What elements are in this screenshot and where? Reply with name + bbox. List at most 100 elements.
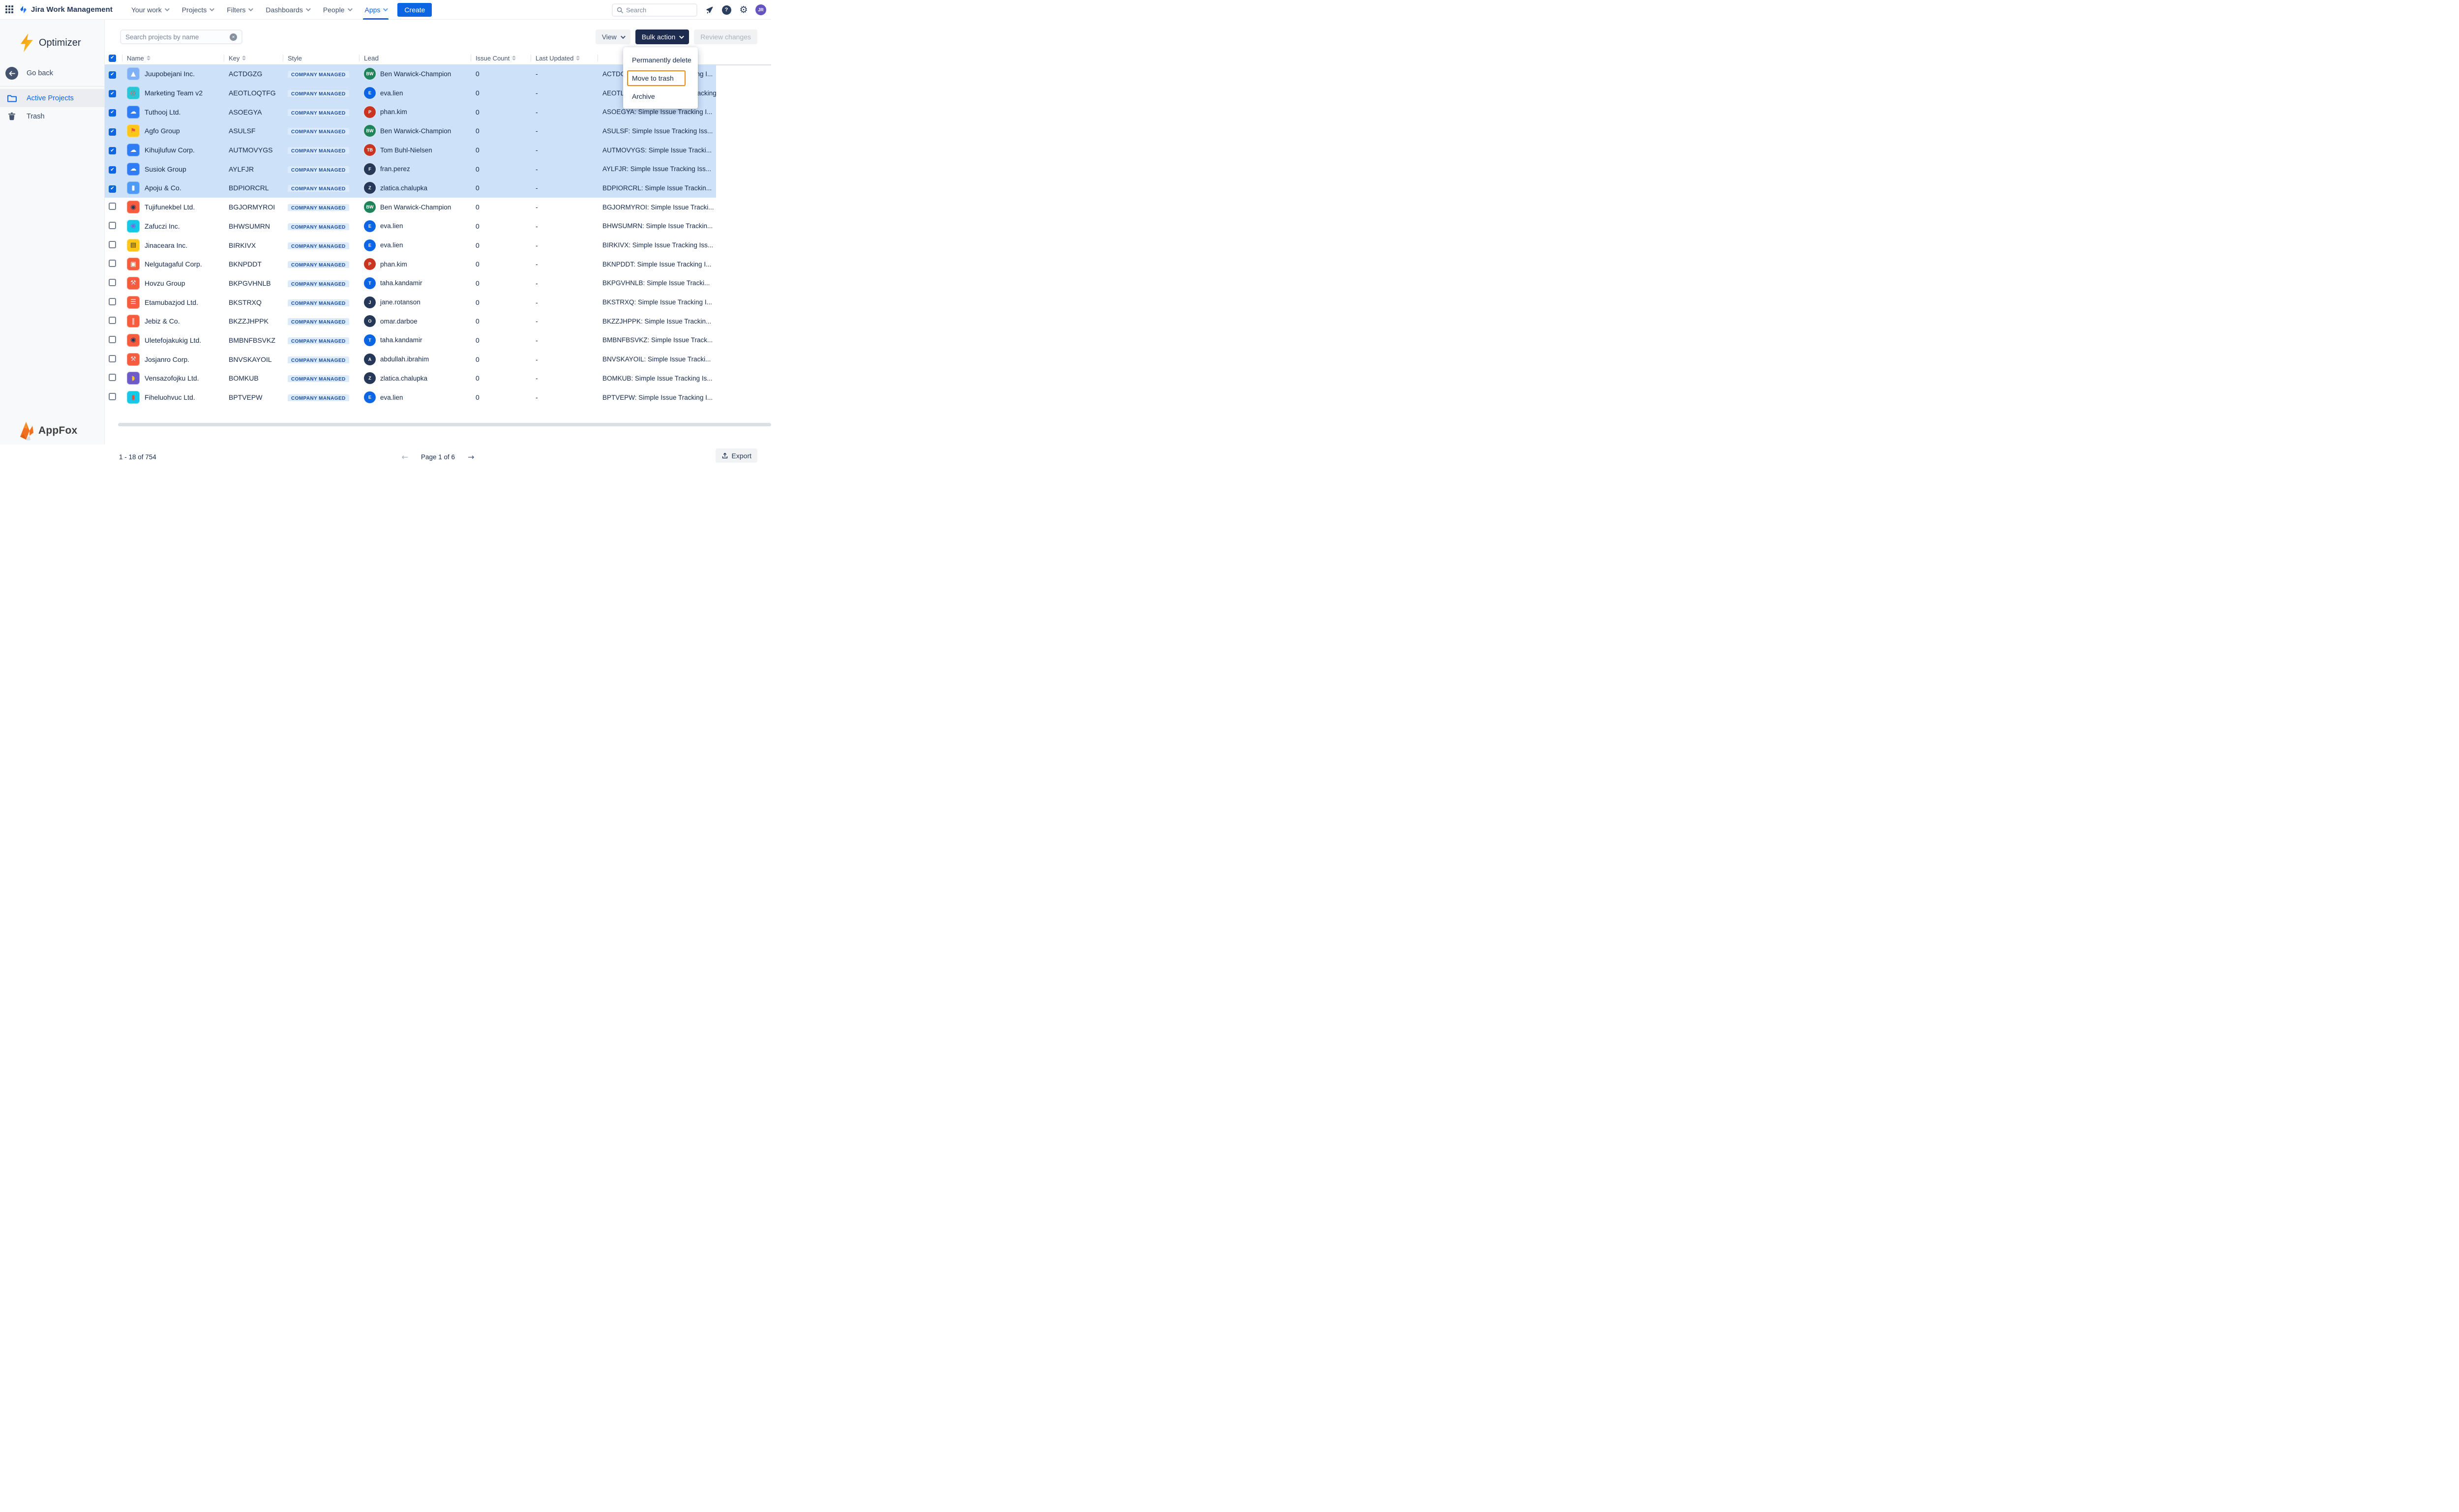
table-row[interactable]: ◉ Tujifunekbel Ltd. BGJORMYROI COMPANY M… [105,198,716,217]
row-checkbox[interactable] [109,393,116,400]
issue-count: 0 [471,356,531,363]
nav-item-projects[interactable]: Projects [176,0,219,20]
project-key: ACTDGZG [224,70,283,78]
clear-search-icon[interactable]: ✕ [230,33,237,41]
menu-item-move-to-trash[interactable]: Move to trash [623,69,698,87]
row-checkbox[interactable] [109,128,116,136]
project-search[interactable]: ✕ [120,30,242,44]
app-switcher-icon[interactable] [5,5,14,14]
project-description: BGJORMYROI: Simple Issue Tracki... [598,204,716,211]
project-name: Zafuczi Inc. [145,222,180,230]
lead-avatar: E [364,87,376,99]
bulk-action-button[interactable]: Bulk action [635,30,689,44]
jira-logo[interactable]: Jira Work Management [19,5,113,14]
parrot-project-icon: ◗ [127,372,140,385]
product-title: Jira Work Management [31,5,113,14]
settings-gear-icon[interactable]: ⚙ [738,4,749,15]
row-checkbox[interactable] [109,336,116,343]
table-row[interactable]: ◗ Vensazofojku Ltd. BOMKUB COMPANY MANAG… [105,369,716,388]
sidebar-item-active-projects[interactable]: Active Projects [0,89,104,107]
view-button[interactable]: View [596,30,630,44]
project-search-input[interactable] [125,33,224,41]
row-checkbox[interactable] [109,147,116,154]
row-checkbox[interactable] [109,222,116,229]
wrench-project-icon: ⚒ [127,353,140,366]
table-row[interactable]: ▮ Fiheluohvuc Ltd. BPTVEPW COMPANY MANAG… [105,388,716,407]
row-checkbox[interactable] [109,90,116,97]
table-row[interactable]: ▣ Nelgutagaful Corp. BKNPDDT COMPANY MAN… [105,255,716,274]
nav-item-people[interactable]: People [317,0,357,20]
row-checkbox[interactable] [109,166,116,174]
issue-count: 0 [471,222,531,230]
user-avatar[interactable]: JR [755,4,766,15]
table-row[interactable]: ▮ Apoju & Co. BDPIORCRL COMPANY MANAGED … [105,178,716,198]
prev-page-arrow-icon[interactable]: ← [402,452,408,462]
global-search-input[interactable] [626,6,685,14]
row-checkbox[interactable] [109,374,116,381]
project-key: BPTVEPW [224,393,283,401]
project-name: Agfo Group [145,127,180,135]
row-checkbox[interactable] [109,260,116,267]
row-checkbox[interactable] [109,71,116,79]
nav-item-dashboards[interactable]: Dashboards [260,0,315,20]
menu-item-archive[interactable]: Archive [623,87,698,105]
last-updated: - [531,393,598,401]
menu-item-permanently-delete[interactable]: Permanently delete [623,51,698,69]
table-row[interactable]: ▤ Jinaceara Inc. BIRKIVX COMPANY MANAGED… [105,236,716,255]
style-badge: COMPANY MANAGED [288,394,349,401]
row-checkbox[interactable] [109,355,116,362]
table-row[interactable]: ‖ Jebiz & Co. BKZZJHPPK COMPANY MANAGED … [105,312,716,331]
table-row[interactable]: ☁ Susiok Group AYLFJR COMPANY MANAGED F … [105,159,716,178]
notifications-icon[interactable] [704,4,715,15]
row-checkbox[interactable] [109,241,116,248]
create-button[interactable]: Create [397,3,432,17]
nav-item-your-work[interactable]: Your work [125,0,174,20]
project-name: Tuthooj Ltd. [145,108,180,116]
row-checkbox[interactable] [109,185,116,193]
table-row[interactable]: ◉ Zafuczi Inc. BHWSUMRN COMPANY MANAGED … [105,217,716,236]
column-header-name[interactable]: Name [122,54,224,62]
export-button[interactable]: Export [716,448,757,463]
optimizer-logo: Optimizer [0,20,104,52]
sort-icon [576,56,580,60]
row-checkbox[interactable] [109,109,116,117]
row-checkbox[interactable] [109,298,116,305]
last-updated: - [531,203,598,211]
table-row[interactable]: ⚑ Agfo Group ASULSF COMPANY MANAGED BW B… [105,121,716,141]
vinyl-project-icon: ◉ [127,201,140,213]
help-icon[interactable]: ? [721,4,732,15]
table-row[interactable]: ⚒ Josjanro Corp. BNVSKAYOIL COMPANY MANA… [105,350,716,369]
go-back-button[interactable]: Go back [0,52,104,80]
nav-item-filters[interactable]: Filters [221,0,258,20]
table-row[interactable]: ☁ Kihujlufuw Corp. AUTMOVYGS COMPANY MAN… [105,141,716,160]
project-description: BKZZJHPPK: Simple Issue Trackin... [598,318,716,325]
project-description: AYLFJR: Simple Issue Tracking Iss... [598,165,716,173]
column-header-last-updated[interactable]: Last Updated [531,54,598,62]
select-all-checkbox[interactable] [109,55,116,62]
horizontal-scrollbar[interactable] [118,423,771,426]
project-key: BNVSKAYOIL [224,356,283,363]
global-search[interactable] [612,3,697,17]
row-checkbox[interactable] [109,279,116,286]
cup-project-icon: ▮ [127,391,140,404]
top-navbar: Jira Work Management Your workProjectsFi… [0,0,771,20]
table-row[interactable]: ☰ Etamubazjod Ltd. BKSTRXQ COMPANY MANAG… [105,293,716,312]
row-checkbox[interactable] [109,317,116,324]
issue-count: 0 [471,393,531,401]
chevron-down-icon [165,6,170,11]
row-checkbox[interactable] [109,203,116,210]
table-row[interactable]: ◉ Uletefojakukig Ltd. BMBNFBSVKZ COMPANY… [105,331,716,350]
cloud-project-icon: ☁ [127,144,140,156]
sidebar-item-trash[interactable]: Trash [0,107,104,125]
lead-name: phan.kim [380,261,407,268]
lead-name: zlatica.chalupka [380,184,427,192]
column-header-issue-count[interactable]: Issue Count [471,54,531,62]
next-page-arrow-icon[interactable]: → [468,452,474,462]
lead-avatar: TB [364,144,376,156]
table-row[interactable]: ⚒ Hovzu Group BKPGVHNLB COMPANY MANAGED … [105,274,716,293]
column-header-key[interactable]: Key [224,54,283,62]
issue-count: 0 [471,108,531,116]
sort-icon [147,56,150,60]
nav-item-apps[interactable]: Apps [359,0,393,20]
lead-avatar: T [364,277,376,289]
